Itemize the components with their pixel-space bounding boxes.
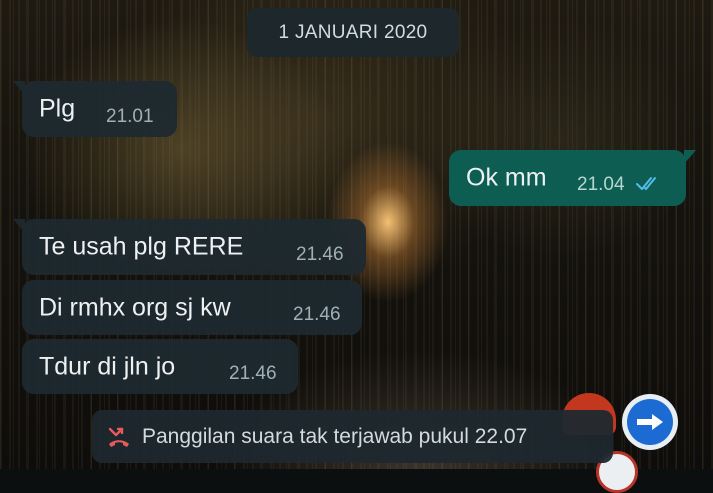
message-bubble-incoming[interactable]: Te usah plg RERE 21.46 [13, 219, 366, 275]
arrow-right-icon [627, 399, 673, 445]
double-check-icon [635, 175, 663, 197]
date-divider-label: 1 JANUARI 2020 [278, 21, 428, 43]
message-time: 21.01 [106, 106, 154, 127]
message-time: 21.46 [229, 363, 277, 384]
missed-call-icon [106, 424, 132, 450]
bubble-tail [684, 150, 696, 164]
message-time: 21.04 [577, 174, 625, 195]
bubble-tail [13, 81, 25, 95]
message-bubble-incoming[interactable]: Di rmhx org sj kw 21.46 [22, 280, 362, 335]
message-bubble-incoming[interactable]: Plg 21.01 [13, 81, 177, 137]
message-text: Plg [39, 94, 76, 123]
date-divider: 1 JANUARI 2020 [247, 8, 459, 57]
message-time: 21.46 [296, 244, 344, 265]
missed-call-text: Panggilan suara tak terjawab pukul 22.07 [142, 424, 528, 448]
message-text: Ok mm [466, 163, 547, 192]
message-text: Di rmhx org sj kw [39, 293, 231, 321]
message-text: Tdur di jln jo [39, 352, 176, 380]
wallpaper-sign-blue [622, 394, 678, 450]
bubble-tail [13, 219, 25, 233]
missed-call-notice[interactable]: Panggilan suara tak terjawab pukul 22.07 [92, 410, 613, 463]
message-text: Te usah plg RERE [39, 232, 244, 261]
message-meta: 21.04 [577, 174, 663, 197]
message-time: 21.46 [293, 304, 341, 325]
message-bubble-incoming[interactable]: Tdur di jln jo 21.46 [22, 339, 298, 394]
message-bubble-outgoing[interactable]: Ok mm 21.04 [449, 150, 696, 206]
